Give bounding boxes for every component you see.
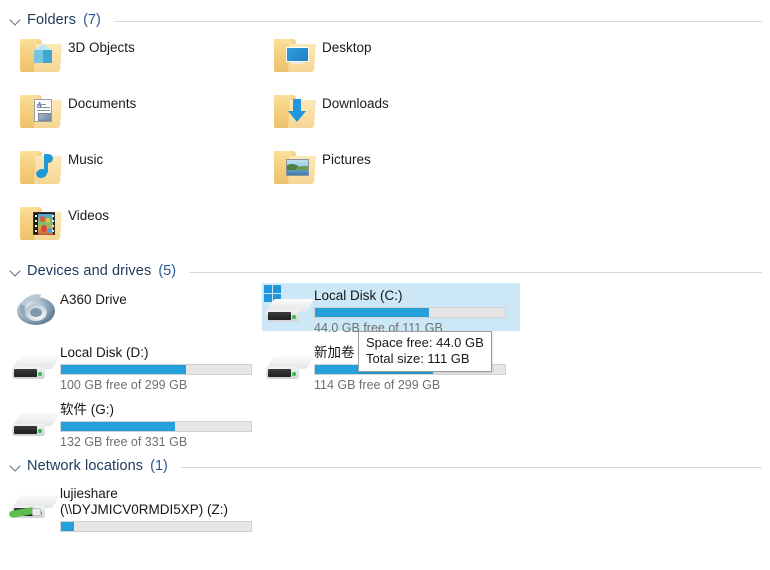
drive-name: A360 Drive xyxy=(60,292,127,307)
section-header-devices-and-drives[interactable]: Devices and drives (5) xyxy=(10,261,762,281)
drive-name: 软件 (G:) xyxy=(60,402,114,417)
section-header-folders[interactable]: Folders (7) xyxy=(10,10,762,30)
drive-name: Local Disk (D:) xyxy=(60,345,149,360)
folder-downloads-icon xyxy=(268,89,316,133)
network-location-name: lujieshare (\\DYJMICV0RMDI5XP) (Z:) xyxy=(60,486,229,517)
section-divider xyxy=(113,20,762,22)
network-plug-icon xyxy=(32,508,41,516)
folder-item-music[interactable]: Music xyxy=(14,145,103,193)
hard-disk-windows-icon xyxy=(262,285,315,327)
network-capacity-bar xyxy=(60,521,252,532)
drive-free-space-text: 100 GB free of 299 GB xyxy=(60,378,188,392)
section-header-network-locations[interactable]: Network locations (1) xyxy=(10,456,762,476)
section-title-folders: Folders xyxy=(27,12,77,28)
folder-label: Music xyxy=(68,152,104,167)
folder-label: Documents xyxy=(68,96,137,111)
drive-item-g[interactable]: 软件 (G:) 132 GB free of 331 GB xyxy=(8,397,266,449)
folder-item-3d-objects[interactable]: 3D Objects xyxy=(14,33,135,81)
drive-capacity-fill xyxy=(61,422,175,431)
drive-item-local-disk-c[interactable]: Local Disk (C:) 44.0 GB free of 111 GB xyxy=(262,283,520,335)
folder-music-icon xyxy=(14,145,62,189)
hard-disk-icon xyxy=(262,342,315,384)
hard-disk-icon xyxy=(8,399,61,441)
drive-capacity-bar xyxy=(60,421,252,432)
file-explorer-content-pane: Folders (7) 3D Objects Desktop A Documen… xyxy=(0,0,770,570)
folder-desktop-icon xyxy=(268,33,316,77)
folder-item-documents[interactable]: A Documents xyxy=(14,89,136,137)
a360-drive-icon xyxy=(8,288,60,330)
chevron-down-icon[interactable] xyxy=(10,14,22,26)
drive-capacity-bar xyxy=(314,307,506,318)
section-divider xyxy=(189,271,762,273)
folder-documents-icon: A xyxy=(14,89,62,133)
drive-tooltip: Space free: 44.0 GB Total size: 111 GB xyxy=(358,331,492,372)
section-count-network: (1) xyxy=(150,458,168,474)
folder-label: 3D Objects xyxy=(68,40,135,55)
drive-capacity-fill xyxy=(61,365,187,374)
folder-item-downloads[interactable]: Downloads xyxy=(268,89,389,137)
folder-item-videos[interactable]: Videos xyxy=(14,201,109,249)
section-count-folders: (7) xyxy=(83,12,101,28)
drive-item-local-disk-d[interactable]: Local Disk (D:) 100 GB free of 299 GB xyxy=(8,340,266,392)
drive-item-a360[interactable]: A360 Drive xyxy=(8,286,266,328)
section-divider xyxy=(180,466,762,468)
folder-3d-objects-icon xyxy=(14,33,62,77)
network-capacity-fill xyxy=(61,522,75,531)
drive-name: Local Disk (C:) xyxy=(314,288,403,303)
drive-capacity-fill xyxy=(315,308,429,317)
folder-videos-icon xyxy=(14,201,62,245)
folder-label: Downloads xyxy=(322,96,389,111)
drive-free-space-text: 132 GB free of 331 GB xyxy=(60,435,188,449)
folder-item-pictures[interactable]: Pictures xyxy=(268,145,371,193)
drive-free-space-text: 114 GB free of 299 GB xyxy=(314,378,441,392)
folder-label: Desktop xyxy=(322,40,372,55)
folder-label: Videos xyxy=(68,208,110,223)
folder-pictures-icon xyxy=(268,145,316,189)
chevron-down-icon[interactable] xyxy=(10,265,22,277)
folder-item-desktop[interactable]: Desktop xyxy=(268,33,372,81)
section-title-network: Network locations xyxy=(27,458,144,474)
hard-disk-icon xyxy=(8,342,61,384)
chevron-down-icon[interactable] xyxy=(10,460,22,472)
network-location-item-lujieshare[interactable]: lujieshare (\\DYJMICV0RMDI5XP) (Z:) xyxy=(8,481,270,537)
drive-capacity-bar xyxy=(60,364,252,375)
network-drive-icon xyxy=(8,483,61,525)
tooltip-space-free: Space free: 44.0 GB xyxy=(366,335,484,350)
tooltip-total-size: Total size: 111 GB xyxy=(366,351,470,366)
section-title-devices: Devices and drives xyxy=(27,263,152,279)
section-count-devices: (5) xyxy=(158,263,177,279)
folder-label: Pictures xyxy=(322,152,371,167)
